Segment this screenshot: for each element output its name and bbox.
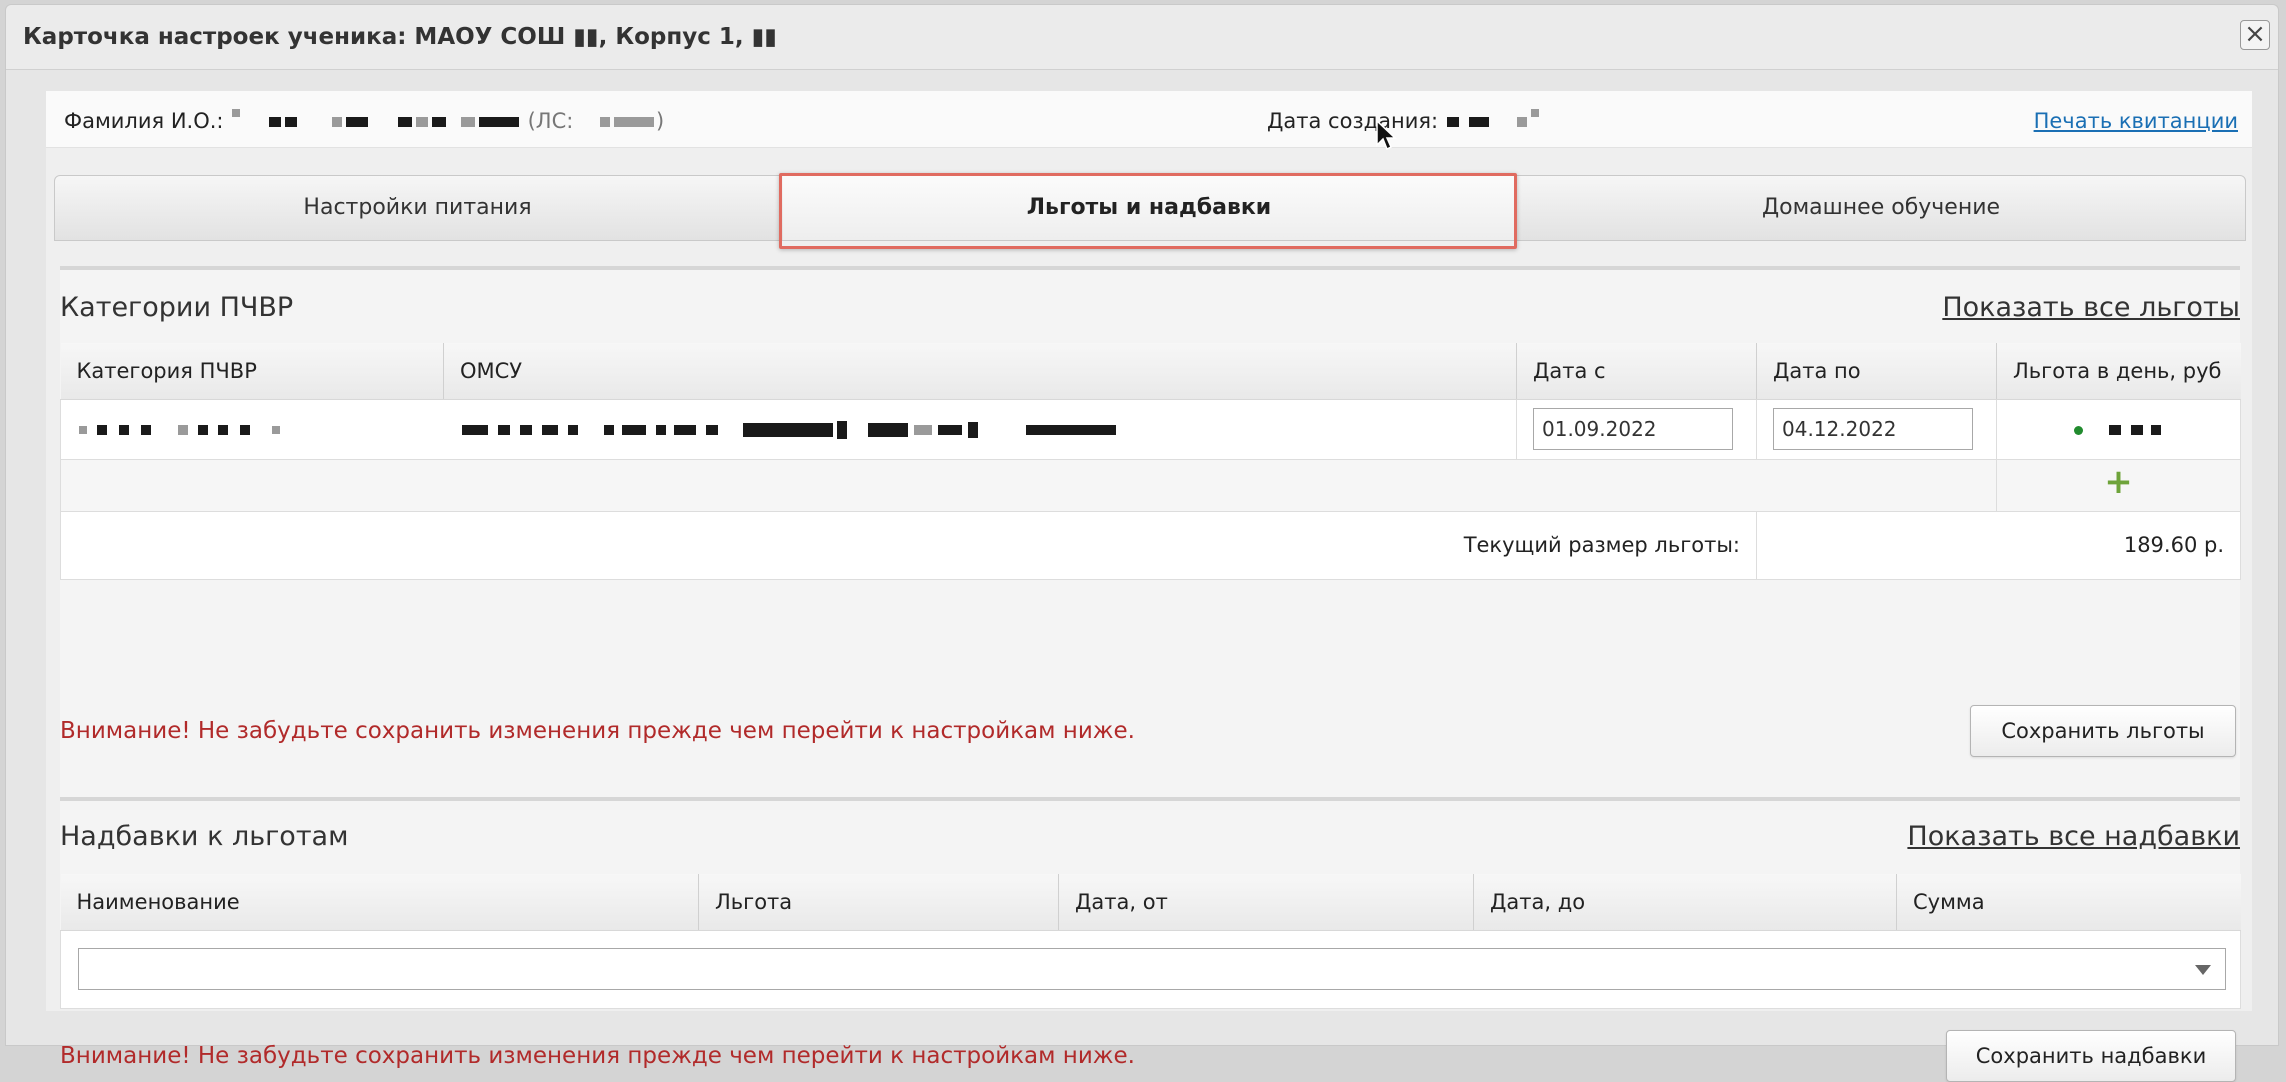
allowance-select[interactable] <box>78 947 2226 990</box>
benefits-table: Категория ПЧВР ОМСУ Дата с Дата по Льгот… <box>60 343 2241 580</box>
benefits-panel: Категории ПЧВР Показать все льготы Катег… <box>60 266 2241 1082</box>
chevron-down-icon <box>2195 964 2211 975</box>
column-header: Наименование <box>60 874 699 931</box>
column-header: Льгота <box>698 874 1059 931</box>
fio-label: Фамилия И.О.: <box>64 109 224 133</box>
mouse-cursor-icon <box>1376 119 1397 151</box>
table-header-row: Категория ПЧВР ОМСУ Дата с Дата по Льгот… <box>60 343 2241 400</box>
allowances-section-title: Надбавки к льготам <box>60 821 349 852</box>
column-header: Категория ПЧВР <box>60 343 444 400</box>
current-benefit-row: Текущий размер льготы: 189.60 р. <box>60 510 2241 580</box>
category-cell <box>60 398 444 460</box>
tab-nutrition-settings[interactable]: Настройки питания <box>55 176 780 240</box>
table-row <box>60 929 2241 1009</box>
print-receipt-link[interactable]: Печать квитанции <box>2034 109 2238 133</box>
dialog-title: Карточка настроек ученика: МАОУ СОШ ▮▮, … <box>23 24 777 50</box>
empty-cell <box>60 458 1997 512</box>
dialog-titlebar: Карточка настроек ученика: МАОУ СОШ ▮▮, … <box>6 5 2278 70</box>
date-from-input[interactable]: 01.09.2022 <box>1533 408 1733 450</box>
allowances-table: Наименование Льгота Дата, от Дата, до Су… <box>60 874 2241 1009</box>
dialog-content: Фамилия И.О.: (ЛС: ) Дата создания: Печа… <box>46 91 2252 1082</box>
created-label: Дата создания: <box>1267 109 1439 133</box>
save-allowances-button[interactable]: Сохранить надбавки <box>1946 1030 2236 1082</box>
table-header-row: Наименование Льгота Дата, от Дата, до Су… <box>60 874 2241 931</box>
student-info-bar: Фамилия И.О.: (ЛС: ) Дата создания: Печа… <box>46 91 2252 148</box>
current-benefit-value: 189.60 р. <box>1756 510 2241 580</box>
column-header: ОМСУ <box>443 343 1517 400</box>
column-header: Дата по <box>1756 343 1997 400</box>
date-from-cell: 01.09.2022 <box>1516 398 1757 460</box>
plus-icon[interactable]: + <box>2104 462 2133 502</box>
student-fio: Фамилия И.О.: (ЛС: ) <box>64 109 664 133</box>
allowance-select-cell <box>60 929 2241 1009</box>
show-all-allowances-link[interactable]: Показать все надбавки <box>1907 821 2240 852</box>
ls-close: ) <box>656 109 665 133</box>
save-benefits-button[interactable]: Сохранить льготы <box>1970 705 2236 757</box>
date-to-cell: 04.12.2022 <box>1756 398 1997 460</box>
status-dot-icon <box>2074 425 2083 435</box>
column-header: Сумма <box>1896 874 2241 931</box>
allowances-warning: Внимание! Не забудьте сохранить изменени… <box>60 1043 1135 1069</box>
tab-home-schooling[interactable]: Домашнее обучение <box>1517 176 2245 240</box>
show-all-benefits-link[interactable]: Показать все льготы <box>1942 292 2240 323</box>
ls-open: (ЛС: <box>527 109 574 133</box>
add-cell: + <box>1996 458 2241 512</box>
divider <box>60 266 2240 270</box>
column-header: Дата, до <box>1473 874 1897 931</box>
divider <box>60 797 2240 801</box>
benefits-warning: Внимание! Не забудьте сохранить изменени… <box>60 718 1135 744</box>
created-date: Дата создания: <box>1267 109 1541 133</box>
omsu-cell <box>443 398 1517 460</box>
column-header: Дата, от <box>1058 874 1474 931</box>
close-icon[interactable]: × <box>2240 20 2270 50</box>
daily-benefit-cell <box>1996 398 2241 460</box>
add-row: + <box>60 458 2241 512</box>
settings-dialog: Карточка настроек ученика: МАОУ СОШ ▮▮, … <box>5 4 2279 1082</box>
date-to-input[interactable]: 04.12.2022 <box>1773 408 1973 450</box>
active-tab-highlight <box>779 173 1517 249</box>
column-header: Льгота в день, руб <box>1996 343 2241 400</box>
table-row: 01.09.2022 04.12.2022 <box>60 398 2241 460</box>
column-header: Дата с <box>1516 343 1757 400</box>
benefits-section-title: Категории ПЧВР <box>60 292 294 323</box>
current-benefit-label: Текущий размер льготы: <box>60 510 1757 580</box>
